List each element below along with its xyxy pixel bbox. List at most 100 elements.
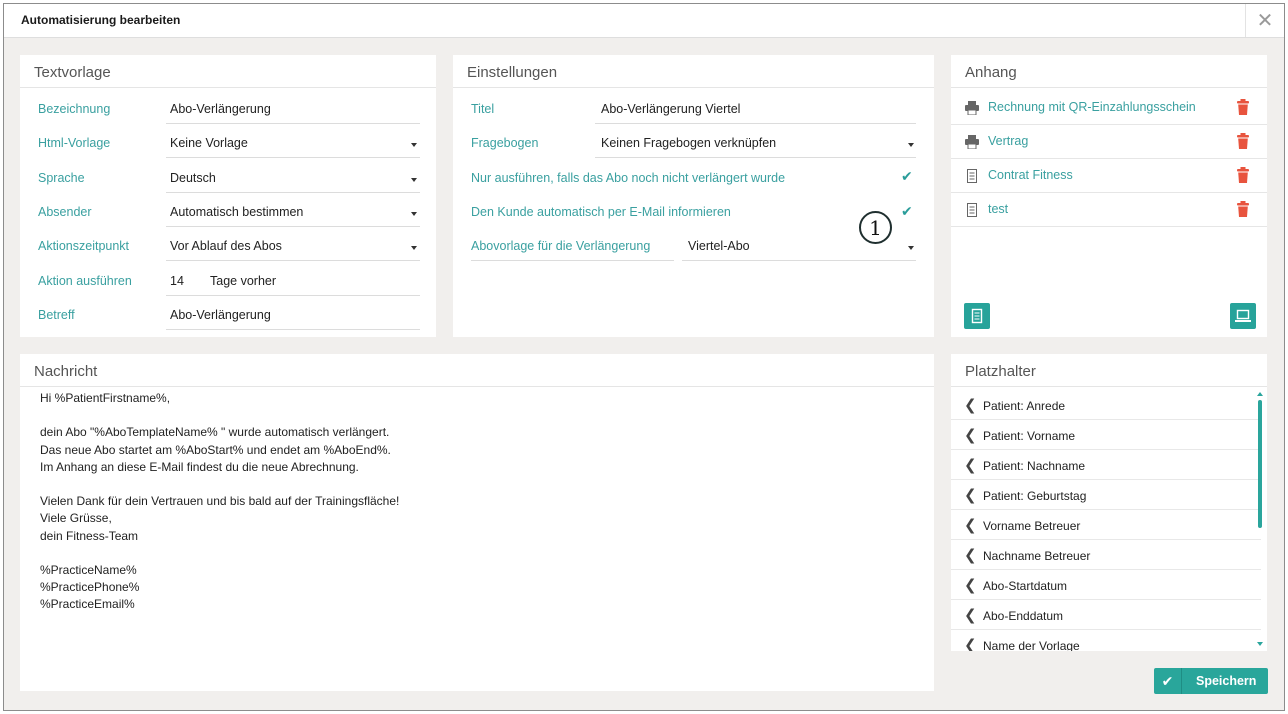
- divider: [166, 260, 420, 261]
- trash-icon[interactable]: [1237, 133, 1249, 149]
- message-textarea[interactable]: Hi %PatientFirstname%, dein Abo "%AboTem…: [40, 390, 399, 614]
- chevron-left-icon: ❮: [964, 637, 977, 651]
- chevron-left-icon: ❮: [964, 457, 977, 474]
- scrollbar[interactable]: [1257, 392, 1263, 648]
- placeholder-item[interactable]: ❮ Abo-Startdatum: [951, 570, 1261, 600]
- bezeichnung-input[interactable]: Abo-Verlängerung: [170, 102, 271, 116]
- scrollbar-thumb[interactable]: [1258, 400, 1262, 528]
- placeholder-item[interactable]: ❮ Patient: Vorname: [951, 420, 1261, 450]
- document-icon: [967, 169, 977, 183]
- divider: [595, 123, 916, 124]
- placeholder-list: ❮ Patient: Anrede ❮ Patient: Vorname ❮ Pati…: [951, 388, 1261, 651]
- fragebogen-label: Fragebogen: [471, 136, 539, 150]
- placeholder-label: Patient: Nachname: [983, 459, 1086, 473]
- placeholder-item[interactable]: ❮ Vorname Betreuer: [951, 510, 1261, 540]
- close-button[interactable]: ✕: [1245, 4, 1284, 37]
- placeholder-label: Abo-Startdatum: [983, 579, 1068, 593]
- abovorlage-select[interactable]: Viertel-Abo: [688, 239, 750, 253]
- placeholder-label: Vorname Betreuer: [983, 519, 1081, 533]
- chevron-left-icon: ❮: [964, 607, 977, 624]
- trash-icon[interactable]: [1237, 167, 1249, 183]
- platzhalter-title: Platzhalter: [965, 363, 1036, 380]
- divider: [595, 157, 916, 158]
- divider: [20, 87, 436, 88]
- betreff-input[interactable]: Abo-Verlängerung: [170, 308, 271, 322]
- divider: [166, 123, 420, 124]
- aktionszeitpunkt-select[interactable]: Vor Ablauf des Abos: [170, 239, 282, 253]
- days-suffix: Tage vorher: [210, 274, 277, 288]
- chevron-down-icon[interactable]: [411, 143, 417, 147]
- placeholder-label: Nachname Betreuer: [983, 549, 1091, 563]
- save-button[interactable]: ✔ Speichern: [1154, 668, 1268, 694]
- placeholder-item[interactable]: ❮ Nachname Betreuer: [951, 540, 1261, 570]
- textvorlage-title: Textvorlage: [34, 64, 111, 81]
- einstellungen-panel: Einstellungen Titel Abo-Verlängerung Vie…: [453, 55, 934, 337]
- html-vorlage-label: Html-Vorlage: [38, 136, 111, 150]
- document-icon: [967, 203, 977, 217]
- attachment-row[interactable]: Rechnung mit QR-Einzahlungsschein: [951, 91, 1267, 125]
- aktion-ausfuehren-label: Aktion ausführen: [38, 274, 132, 288]
- divider: [471, 260, 674, 261]
- divider: [453, 87, 934, 88]
- absender-select[interactable]: Automatisch bestimmen: [170, 205, 303, 219]
- chevron-down-icon[interactable]: [411, 212, 417, 216]
- attachment-row[interactable]: Vertrag: [951, 125, 1267, 159]
- html-vorlage-select[interactable]: Keine Vorlage: [170, 136, 248, 150]
- anhang-panel: Anhang Rechnung mit QR-Einzahlungsschein…: [951, 55, 1267, 337]
- dialog-title: Automatisierung bearbeiten: [21, 13, 181, 27]
- placeholder-label: Patient: Geburtstag: [983, 489, 1087, 503]
- placeholder-item[interactable]: ❮ Patient: Anrede: [951, 390, 1261, 420]
- abovorlage-label: Abovorlage für die Verlängerung: [471, 239, 651, 253]
- printer-icon: [965, 101, 979, 115]
- divider: [166, 226, 420, 227]
- notify-customer-checkbox[interactable]: ✔: [901, 203, 913, 220]
- chevron-down-icon[interactable]: [908, 143, 914, 147]
- chevron-down-icon[interactable]: [411, 178, 417, 182]
- printer-icon: [965, 135, 979, 149]
- absender-label: Absender: [38, 205, 92, 219]
- attachment-label: Rechnung mit QR-Einzahlungsschein: [988, 100, 1196, 114]
- sprache-select[interactable]: Deutsch: [170, 171, 216, 185]
- divider: [951, 87, 1267, 88]
- fragebogen-select[interactable]: Keinen Fragebogen verknüpfen: [601, 136, 776, 150]
- textvorlage-panel: Textvorlage Bezeichnung Abo-Verlängerung…: [20, 55, 436, 337]
- chevron-left-icon: ❮: [964, 427, 977, 444]
- attachment-label: Vertrag: [988, 134, 1029, 148]
- placeholder-label: Patient: Vorname: [983, 429, 1076, 443]
- scroll-up-arrow[interactable]: [1257, 392, 1263, 396]
- notify-customer-label: Den Kunde automatisch per E-Mail informi…: [471, 205, 731, 219]
- only-if-not-renewed-checkbox[interactable]: ✔: [901, 168, 913, 185]
- trash-icon[interactable]: [1237, 201, 1249, 217]
- divider: [951, 386, 1267, 387]
- divider: [166, 157, 420, 158]
- add-document-button[interactable]: [964, 303, 990, 329]
- days-input[interactable]: 14: [170, 274, 184, 288]
- callout-marker: 1: [859, 211, 892, 244]
- chevron-left-icon: ❮: [964, 487, 977, 504]
- attachment-row[interactable]: test: [951, 193, 1267, 227]
- placeholder-item[interactable]: ❮ Patient: Nachname: [951, 450, 1261, 480]
- einstellungen-title: Einstellungen: [467, 64, 558, 81]
- attachment-label: test: [988, 202, 1009, 216]
- check-icon: ✔: [1154, 668, 1182, 694]
- placeholder-item[interactable]: ❮ Patient: Geburtstag: [951, 480, 1261, 510]
- placeholder-item[interactable]: ❮ Name der Vorlage: [951, 630, 1261, 651]
- betreff-label: Betreff: [38, 308, 75, 322]
- aktionszeitpunkt-label: Aktionszeitpunkt: [38, 239, 130, 253]
- attachment-label: Contrat Fitness: [988, 168, 1073, 182]
- titel-input[interactable]: Abo-Verlängerung Viertel: [601, 102, 740, 116]
- placeholder-label: Abo-Enddatum: [983, 609, 1064, 623]
- trash-icon[interactable]: [1237, 99, 1249, 115]
- sprache-label: Sprache: [38, 171, 85, 185]
- attachment-row[interactable]: Contrat Fitness: [951, 159, 1267, 193]
- placeholder-label: Patient: Anrede: [983, 399, 1066, 413]
- placeholder-item[interactable]: ❮ Abo-Enddatum: [951, 600, 1261, 630]
- chevron-down-icon[interactable]: [908, 246, 914, 250]
- add-contract-button[interactable]: [1230, 303, 1256, 329]
- platzhalter-panel: Platzhalter ❮ Patient: Anrede ❮ Patient: V…: [951, 354, 1267, 651]
- nachricht-title: Nachricht: [34, 363, 98, 380]
- scroll-down-arrow[interactable]: [1257, 642, 1263, 646]
- chevron-down-icon[interactable]: [411, 246, 417, 250]
- document-icon: [971, 308, 983, 324]
- save-button-label: Speichern: [1196, 674, 1257, 688]
